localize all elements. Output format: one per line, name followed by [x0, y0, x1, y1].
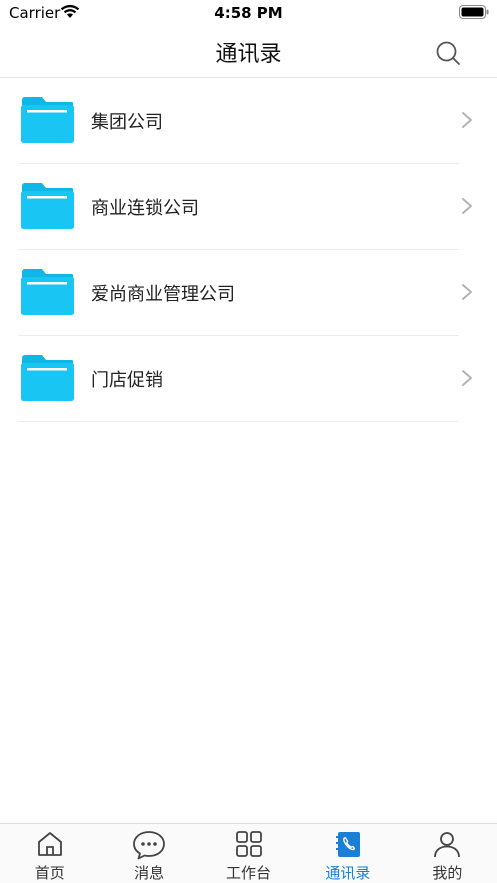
search-icon[interactable] — [435, 40, 461, 66]
list-item[interactable]: 门店促销 — [0, 336, 497, 422]
tab-contacts[interactable]: 通讯录 — [298, 824, 397, 883]
tab-me[interactable]: 我的 — [398, 824, 497, 883]
status-bar: Carrier 4:58 PM — [0, 0, 497, 26]
list-item-label: 集团公司 — [91, 112, 163, 133]
battery-icon — [459, 5, 489, 19]
folder-icon — [21, 355, 74, 401]
contacts-book-icon — [335, 832, 360, 857]
list-item-label: 商业连锁公司 — [91, 198, 199, 219]
tab-label: 首页 — [34, 864, 65, 882]
chevron-right-icon — [462, 370, 472, 386]
list-item[interactable]: 商业连锁公司 — [0, 164, 497, 250]
tab-home[interactable]: 首页 — [0, 824, 99, 883]
list-item-label: 门店促销 — [91, 370, 163, 391]
list-item[interactable]: 爱尚商业管理公司 — [0, 250, 497, 336]
navigation-bar: 通讯录 — [0, 26, 497, 78]
chevron-right-icon — [462, 112, 472, 128]
bottom-tab-bar: 首页 消息 工作台 通讯录 我的 — [0, 823, 497, 883]
folder-icon — [21, 183, 74, 229]
person-icon — [434, 832, 461, 858]
chevron-right-icon — [462, 284, 472, 300]
contacts-directory-list: 集团公司 商业连锁公司 爱尚商业管理公司 门店促销 — [0, 78, 497, 422]
tab-workbench[interactable]: 工作台 — [199, 824, 298, 883]
page-title: 通讯录 — [215, 42, 282, 67]
folder-icon — [21, 97, 74, 143]
tab-label: 通讯录 — [325, 864, 371, 882]
folder-icon — [21, 269, 74, 315]
grid-icon — [235, 831, 262, 857]
divider — [18, 421, 459, 422]
tab-label: 工作台 — [226, 864, 272, 882]
home-icon — [37, 832, 62, 856]
list-item[interactable]: 集团公司 — [0, 78, 497, 164]
chat-bubble-icon — [133, 831, 166, 860]
list-item-label: 爱尚商业管理公司 — [91, 284, 235, 305]
tab-label: 我的 — [432, 864, 463, 882]
chevron-right-icon — [462, 198, 472, 214]
tab-messages[interactable]: 消息 — [99, 824, 198, 883]
status-time: 4:58 PM — [214, 4, 283, 22]
tab-label: 消息 — [134, 864, 165, 882]
